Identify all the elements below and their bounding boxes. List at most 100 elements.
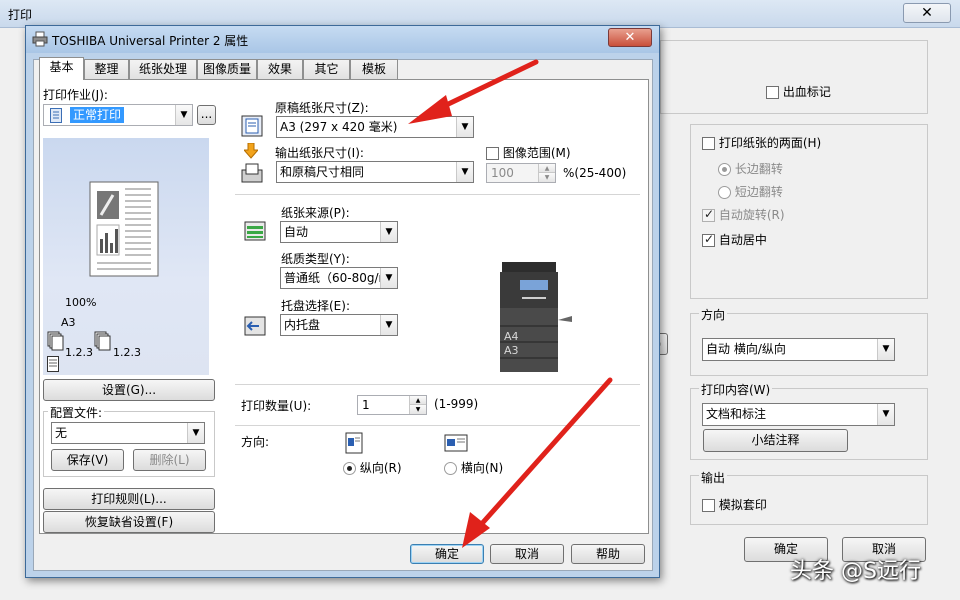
portrait-icon xyxy=(345,432,363,454)
paper-type-select[interactable]: 普通纸（60-80g/m² ▼ xyxy=(280,267,398,289)
copies-input[interactable]: 1 ▲ ▼ xyxy=(357,395,427,415)
bleed-marks-checkbox[interactable] xyxy=(766,86,779,99)
tab-others[interactable]: 其它 xyxy=(303,59,350,80)
restore-defaults-button[interactable]: 恢复缺省设置(F) xyxy=(43,511,215,533)
simulate-overprint-option[interactable]: 模拟套印 xyxy=(702,496,767,513)
simulate-overprint-checkbox[interactable] xyxy=(702,499,715,512)
copies-label: 打印数量(U): xyxy=(241,399,312,413)
watermark: 头条 @S远行 xyxy=(790,559,921,584)
profile-select[interactable]: 无 ▼ xyxy=(51,422,205,444)
dialog-title: TOSHIBA Universal Printer 2 属性 xyxy=(52,34,249,48)
content-title: 打印内容(W) xyxy=(699,381,773,398)
chevron-down-icon: ▼ xyxy=(380,268,397,288)
page-icon xyxy=(47,356,59,372)
tab-effects[interactable]: 效果 xyxy=(257,59,303,80)
page-preview-icon xyxy=(89,181,159,277)
short-edge-option[interactable]: 短边翻转 xyxy=(718,183,783,200)
spin-down-icon[interactable]: ▼ xyxy=(409,405,426,414)
print-job-more-button[interactable]: ... xyxy=(197,105,216,125)
tray-icon xyxy=(244,316,266,336)
summarize-comments-button[interactable]: 小结注释 xyxy=(703,429,848,452)
collate-icon xyxy=(47,331,64,351)
image-range-checkbox[interactable] xyxy=(486,147,499,160)
auto-center-checkbox[interactable] xyxy=(702,232,715,247)
duplex-option[interactable]: 打印纸张的两面(H) xyxy=(702,134,821,151)
chevron-down-icon: ▼ xyxy=(877,339,894,360)
paper-source-select[interactable]: 自动 ▼ xyxy=(280,221,398,243)
image-range-label: 图像范围(M) xyxy=(502,146,571,160)
content-select-value: 文档和标注 xyxy=(706,407,767,421)
tab-image-quality[interactable]: 图像质量 xyxy=(197,59,257,80)
spin-up-icon[interactable]: ▲ xyxy=(409,396,426,405)
tray-a4-label: A4 xyxy=(504,330,519,343)
original-size-value: A3 (297 x 420 毫米) xyxy=(280,120,398,134)
landscape-radio[interactable] xyxy=(444,462,457,475)
short-edge-radio[interactable] xyxy=(718,186,731,199)
output-title: 输出 xyxy=(699,469,728,486)
landscape-icon xyxy=(444,434,468,452)
background-close-button[interactable]: ✕ xyxy=(903,3,951,23)
output-size-select[interactable]: 和原稿尺寸相同 ▼ xyxy=(276,161,474,183)
tab-paper-handling[interactable]: 纸张处理 xyxy=(129,59,197,80)
collate-order-1: 1.2.3 xyxy=(65,346,93,359)
chevron-down-icon: ▼ xyxy=(456,162,473,182)
landscape-option[interactable]: 横向(N) xyxy=(444,459,503,476)
paper-source-label: 纸张来源(P): xyxy=(281,206,350,220)
tab-basic[interactable]: 基本 xyxy=(39,57,84,80)
image-range-value: 100 xyxy=(491,166,514,180)
original-size-select[interactable]: A3 (297 x 420 毫米) ▼ xyxy=(276,116,474,138)
image-range-option[interactable]: 图像范围(M) xyxy=(486,144,571,161)
collate-icon xyxy=(94,331,111,351)
cancel-button[interactable]: 取消 xyxy=(490,544,564,564)
orientation-label: 方向: xyxy=(241,435,270,449)
tray-label: 托盘选择(E): xyxy=(281,299,350,313)
ok-button[interactable]: 确定 xyxy=(410,544,484,564)
portrait-radio[interactable] xyxy=(343,462,356,475)
original-size-label: 原稿纸张尺寸(Z): xyxy=(275,101,369,115)
content-select[interactable]: 文档和标注 ▼ xyxy=(702,403,895,426)
long-edge-option[interactable]: 长边翻转 xyxy=(718,160,783,177)
print-rules-button[interactable]: 打印规则(L)... xyxy=(43,488,215,510)
auto-rotate-checkbox[interactable] xyxy=(702,207,715,222)
basic-tab-page: 打印作业(J): 正常打印 ▼ ... 100% A3 1.2.3 1.2.3 … xyxy=(39,79,649,534)
tray-a3-label: A3 xyxy=(504,344,519,357)
delete-profile-button[interactable]: 删除(L) xyxy=(133,449,206,471)
paper-source-value: 自动 xyxy=(284,225,309,239)
orientation-select[interactable]: 自动 横向/纵向 ▼ xyxy=(702,338,895,361)
image-range-input[interactable]: 100 ▲ ▼ xyxy=(486,163,556,183)
original-size-icon xyxy=(241,115,263,137)
spin-down-icon[interactable]: ▼ xyxy=(538,173,555,182)
preview-paper-size: A3 xyxy=(61,316,76,329)
background-title-bar xyxy=(0,0,960,28)
tab-templates[interactable]: 模板 xyxy=(350,59,398,80)
paper-type-label: 纸质类型(Y): xyxy=(281,252,350,266)
paper-source-icon xyxy=(244,221,266,241)
printer-properties-dialog: TOSHIBA Universal Printer 2 属性 ✕ 基本 整理 纸… xyxy=(25,25,660,578)
print-job-select[interactable]: 正常打印 ▼ xyxy=(43,104,193,126)
preview-scale: 100% xyxy=(65,296,97,309)
long-edge-radio[interactable] xyxy=(718,163,731,176)
help-button[interactable]: 帮助 xyxy=(571,544,645,564)
portrait-label: 纵向(R) xyxy=(359,461,402,475)
separator xyxy=(235,384,640,385)
dialog-close-button[interactable]: ✕ xyxy=(608,28,652,47)
tab-finishing[interactable]: 整理 xyxy=(84,59,129,80)
bleed-marks-option[interactable]: 出血标记 xyxy=(766,83,831,100)
chevron-down-icon: ▼ xyxy=(175,105,192,125)
simulate-overprint-label: 模拟套印 xyxy=(718,498,767,512)
chevron-down-icon: ▼ xyxy=(187,423,204,443)
print-job-label: 打印作业(J): xyxy=(43,88,108,102)
arrow-down-icon xyxy=(244,143,258,159)
duplex-checkbox[interactable] xyxy=(702,137,715,150)
auto-center-option[interactable]: 自动居中 xyxy=(702,231,767,248)
separator xyxy=(235,425,640,426)
save-profile-button[interactable]: 保存(V) xyxy=(51,449,124,471)
chevron-down-icon: ▼ xyxy=(380,222,397,242)
spin-up-icon[interactable]: ▲ xyxy=(538,164,555,173)
chevron-down-icon: ▼ xyxy=(877,404,894,425)
tray-select[interactable]: 内托盘 ▼ xyxy=(280,314,398,336)
portrait-option[interactable]: 纵向(R) xyxy=(343,459,402,476)
settings-button[interactable]: 设置(G)... xyxy=(43,379,215,401)
auto-rotate-option[interactable]: 自动旋转(R) xyxy=(702,206,785,223)
document-icon xyxy=(50,108,62,123)
